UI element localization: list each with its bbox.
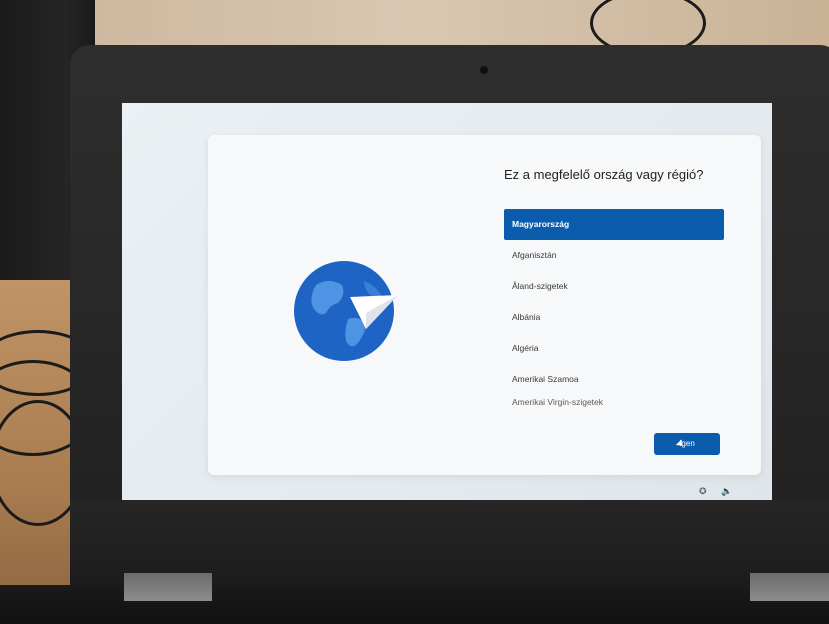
list-item[interactable]: Amerikai Virgin-szigetek [504,395,724,409]
list-item[interactable]: Albánia [504,302,724,333]
list-item[interactable]: Åland-szigetek [504,271,724,302]
screen: Ez a megfelelő ország vagy régió? Magyar… [122,103,772,500]
globe-illustration [294,255,404,365]
accessibility-icon[interactable]: ✪ [699,486,707,496]
list-item-selected[interactable]: Magyarország [504,209,724,240]
country-list[interactable]: Magyarország Afganisztán Åland-szigetek … [504,209,724,419]
oobe-dialog: Ez a megfelelő ország vagy régió? Magyar… [208,135,761,475]
list-item[interactable]: Amerikai Szamoa [504,364,724,395]
laptop-hinge-left [124,573,212,601]
list-item[interactable]: Algéria [504,333,724,364]
list-item[interactable]: Afganisztán [504,240,724,271]
yes-button[interactable]: Igen [654,433,720,455]
globe-icon [294,261,398,361]
page-title: Ez a megfelelő ország vagy régió? [504,167,704,182]
laptop-hinge-right [750,573,829,601]
system-tray: ✪ 🔈 [699,486,744,497]
volume-icon[interactable]: 🔈 [721,486,732,496]
photo-background: Ez a megfelelő ország vagy régió? Magyar… [0,0,829,624]
webcam [480,66,488,74]
